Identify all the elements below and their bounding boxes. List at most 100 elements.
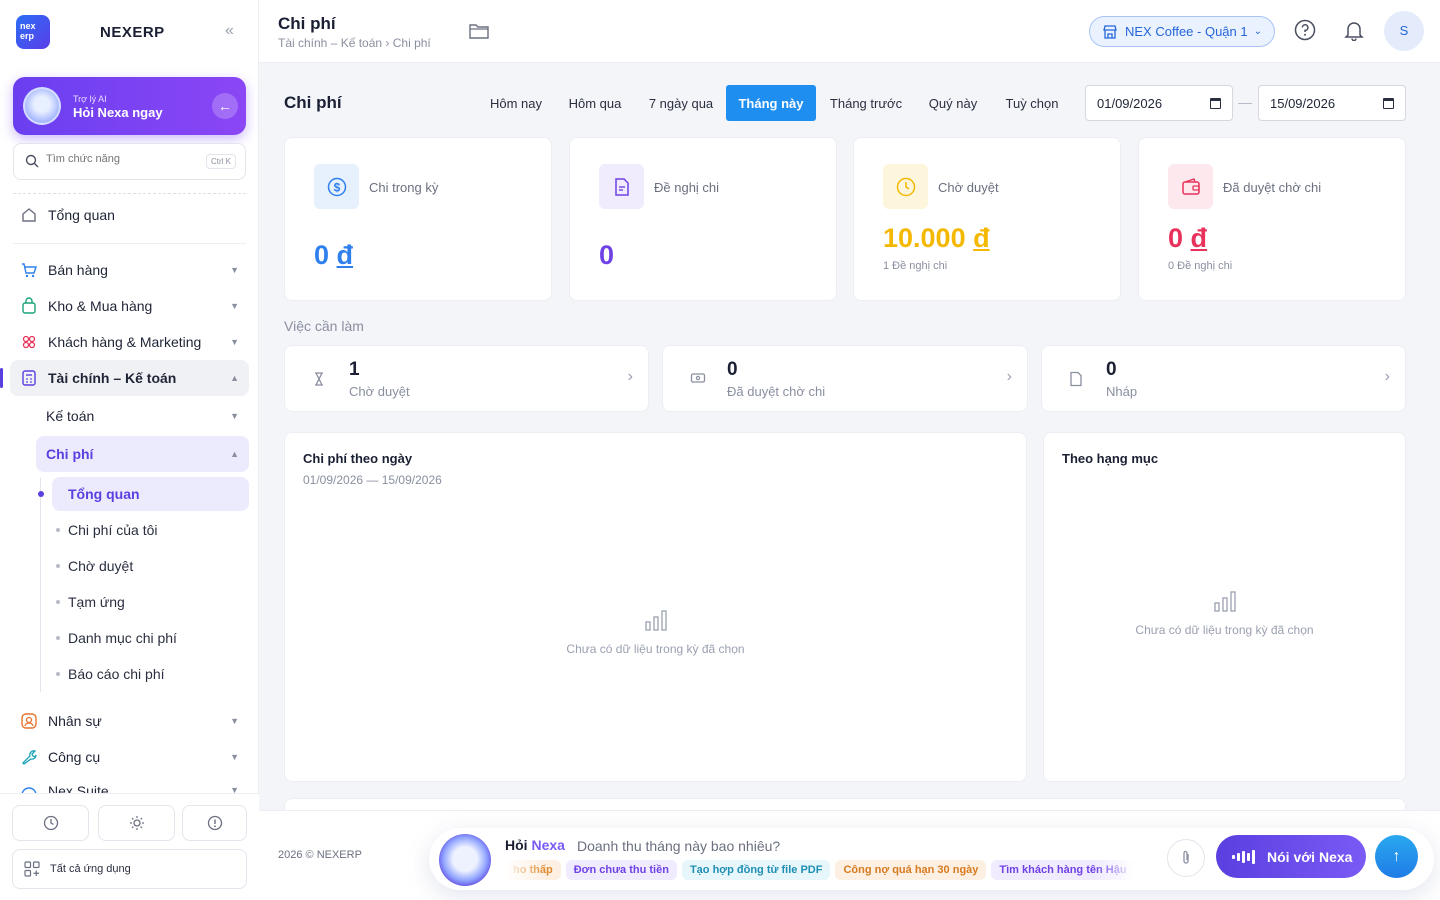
wallet-icon [1168, 164, 1213, 209]
search-input[interactable] [46, 153, 196, 165]
stat-subtext: 1 Đề nghị chi [883, 260, 948, 272]
sidebar-leaf-advance[interactable]: Tạm ứng [52, 585, 249, 619]
period-this-quarter[interactable]: Quý này [918, 85, 988, 121]
period-yesterday[interactable]: Hôm qua [558, 85, 632, 121]
sidebar-item-finance[interactable]: Tài chính – Kế toán ▲ [0, 360, 249, 396]
stat-value: 0 [599, 240, 615, 270]
chevron-right-icon: › [627, 368, 633, 385]
sidebar-item-overview[interactable]: Tổng quan [10, 197, 249, 233]
stat-card-pending[interactable]: Chờ duyệt 10.000 đ 1 Đề nghị chi [853, 137, 1121, 301]
calendar-icon[interactable] [1210, 98, 1221, 109]
stat-card-approved[interactable]: Đã duyệt chờ chi 0 đ 0 Đề nghị chi [1138, 137, 1406, 301]
users-icon [22, 335, 36, 349]
sidebar-sub-label: Chi phí [46, 446, 94, 462]
all-apps-button[interactable]: Tất cả ứng dụng [12, 849, 247, 889]
nexa-robot-icon [439, 834, 491, 886]
sidebar-sub-expense[interactable]: Chi phí ▲ [36, 436, 249, 472]
chart-title: Theo hạng mục [1062, 451, 1159, 466]
history-button[interactable] [12, 805, 89, 841]
store-selector[interactable]: NEX Coffee - Quận 1 ⌄ [1089, 16, 1275, 47]
bar-chart-icon [644, 610, 667, 631]
sidebar-leaf-my-expenses[interactable]: Chi phí của tôi [52, 513, 249, 547]
chevron-down-icon: ▼ [230, 411, 239, 421]
period-today[interactable]: Hôm nay [478, 85, 554, 121]
stat-value: 0 đ [314, 240, 354, 270]
sidebar-leaf-pending[interactable]: Chờ duyệt [52, 549, 249, 583]
wrench-icon [22, 750, 37, 765]
date-range-separator [1238, 103, 1252, 104]
date-to-value: 15/09/2026 [1270, 95, 1336, 111]
todo-pending[interactable]: 1 Chờ duyệt › [284, 345, 649, 412]
period-7days[interactable]: 7 ngày qua [640, 85, 722, 121]
ask-nexa-bar[interactable]: Hỏi Nexa Doanh thu tháng này bao nhiêu? … [429, 828, 1434, 890]
sidebar-item-tools[interactable]: Công cụ ▼ [10, 739, 249, 775]
chart-title: Chi phí theo ngày [303, 451, 413, 466]
breadcrumb[interactable]: Tài chính – Kế toán › Chi phí [278, 36, 431, 50]
sidebar-footer: Tất cả ứng dụng [0, 793, 259, 900]
chevron-right-icon: › [1006, 368, 1012, 385]
shortcut-badge: Ctrl K [206, 154, 236, 169]
page-title: Chi phí [278, 14, 336, 33]
empty-state: Chưa có dữ liệu trong kỳ đã chọn [285, 608, 1026, 656]
chevron-right-icon: › [1384, 368, 1390, 385]
report-issue-button[interactable] [182, 805, 247, 841]
suggestion-chip[interactable]: Đơn chưa thu tiền [565, 860, 677, 880]
category-chart: Theo hạng mục Chưa có dữ liệu trong kỳ đ… [1043, 432, 1406, 782]
stat-card-requests[interactable]: Đề nghị chi 0 [569, 137, 837, 301]
sidebar-item-inventory[interactable]: Kho & Mua hàng ▼ [10, 288, 249, 324]
sidebar: nex erp NEXERP « Trợ lý AI Hỏi Nexa ngay… [0, 0, 259, 900]
period-this-month[interactable]: Tháng này [726, 85, 816, 121]
help-icon[interactable] [1294, 19, 1316, 41]
ask-nexa-label: Hỏi Nexa ngay [73, 105, 163, 120]
suggestion-chip[interactable]: Tìm khách hàng tên Hậu [991, 860, 1135, 880]
sidebar-item-customers[interactable]: Khách hàng & Marketing ▼ [10, 324, 249, 360]
sound-wave-icon [1232, 849, 1255, 864]
todo-approved[interactable]: 0 Đã duyệt chờ chi › [662, 345, 1028, 412]
sidebar-item-label: Nhân sự [48, 713, 102, 729]
user-avatar[interactable]: S [1384, 11, 1424, 51]
attach-button[interactable] [1167, 839, 1205, 877]
sidebar-item-suite[interactable]: Nex Suite ▼ [10, 775, 249, 793]
collapse-sidebar-icon[interactable]: « [225, 22, 234, 40]
divider [13, 193, 246, 194]
sidebar-leaf-categories[interactable]: Danh mục chi phí [52, 621, 249, 655]
stat-value: 10.000 đ [883, 223, 990, 253]
arrow-left-icon[interactable]: ← [212, 93, 238, 119]
brand-logo: nex erp [16, 15, 50, 49]
cart-icon [22, 263, 37, 278]
sidebar-sub-label: Kế toán [46, 408, 95, 424]
theme-button[interactable] [98, 805, 175, 841]
stat-label: Đề nghị chi [654, 180, 720, 195]
sidebar-item-hr[interactable]: Nhân sự ▼ [10, 703, 249, 739]
ask-question-input[interactable]: Doanh thu tháng này bao nhiêu? [577, 838, 780, 854]
suggestion-chip[interactable]: ho thấp [505, 860, 561, 880]
suggestion-chip[interactable]: Tạo hợp đồng từ file PDF [681, 860, 831, 880]
date-to-input[interactable]: 15/09/2026 [1258, 85, 1406, 121]
function-search[interactable]: Ctrl K [13, 143, 246, 180]
chevron-down-icon: ▼ [230, 752, 239, 762]
stat-card-spent[interactable]: $ Chi trong kỳ 0 đ [284, 137, 552, 301]
sidebar-item-sales[interactable]: Bán hàng ▼ [10, 252, 249, 288]
folder-icon[interactable] [469, 22, 489, 40]
bell-icon[interactable] [1343, 19, 1365, 41]
voice-button[interactable]: Nói với Nexa [1216, 835, 1366, 878]
sidebar-leaf-reports[interactable]: Báo cáo chi phí [52, 657, 249, 691]
stat-label: Chi trong kỳ [369, 180, 439, 195]
ask-nexa-card[interactable]: Trợ lý AI Hỏi Nexa ngay ← [13, 77, 246, 135]
period-custom[interactable]: Tuỳ chọn [996, 85, 1068, 121]
stat-label: Đã duyệt chờ chi [1223, 180, 1322, 195]
sidebar-leaf-overview[interactable]: Tổng quan [38, 477, 249, 511]
suggestion-chip[interactable]: Công nợ quá hạn 30 ngày [835, 860, 987, 880]
chevron-down-icon: ▼ [230, 337, 239, 347]
brand[interactable]: nex erp NEXERP [16, 15, 164, 49]
date-from-input[interactable]: 01/09/2026 [1085, 85, 1233, 121]
calendar-icon[interactable] [1383, 98, 1394, 109]
todo-draft[interactable]: 0 Nháp › [1041, 345, 1406, 412]
bar-chart-icon [1213, 591, 1236, 612]
period-last-month[interactable]: Tháng trước [822, 85, 910, 121]
send-button[interactable]: ↑ [1375, 835, 1418, 878]
sidebar-sub-accounting[interactable]: Kế toán ▼ [36, 398, 249, 434]
divider [13, 243, 246, 244]
sidebar-item-label: Nex Suite [48, 783, 109, 793]
topbar: Chi phí Tài chính – Kế toán › Chi phí NE… [259, 0, 1440, 63]
